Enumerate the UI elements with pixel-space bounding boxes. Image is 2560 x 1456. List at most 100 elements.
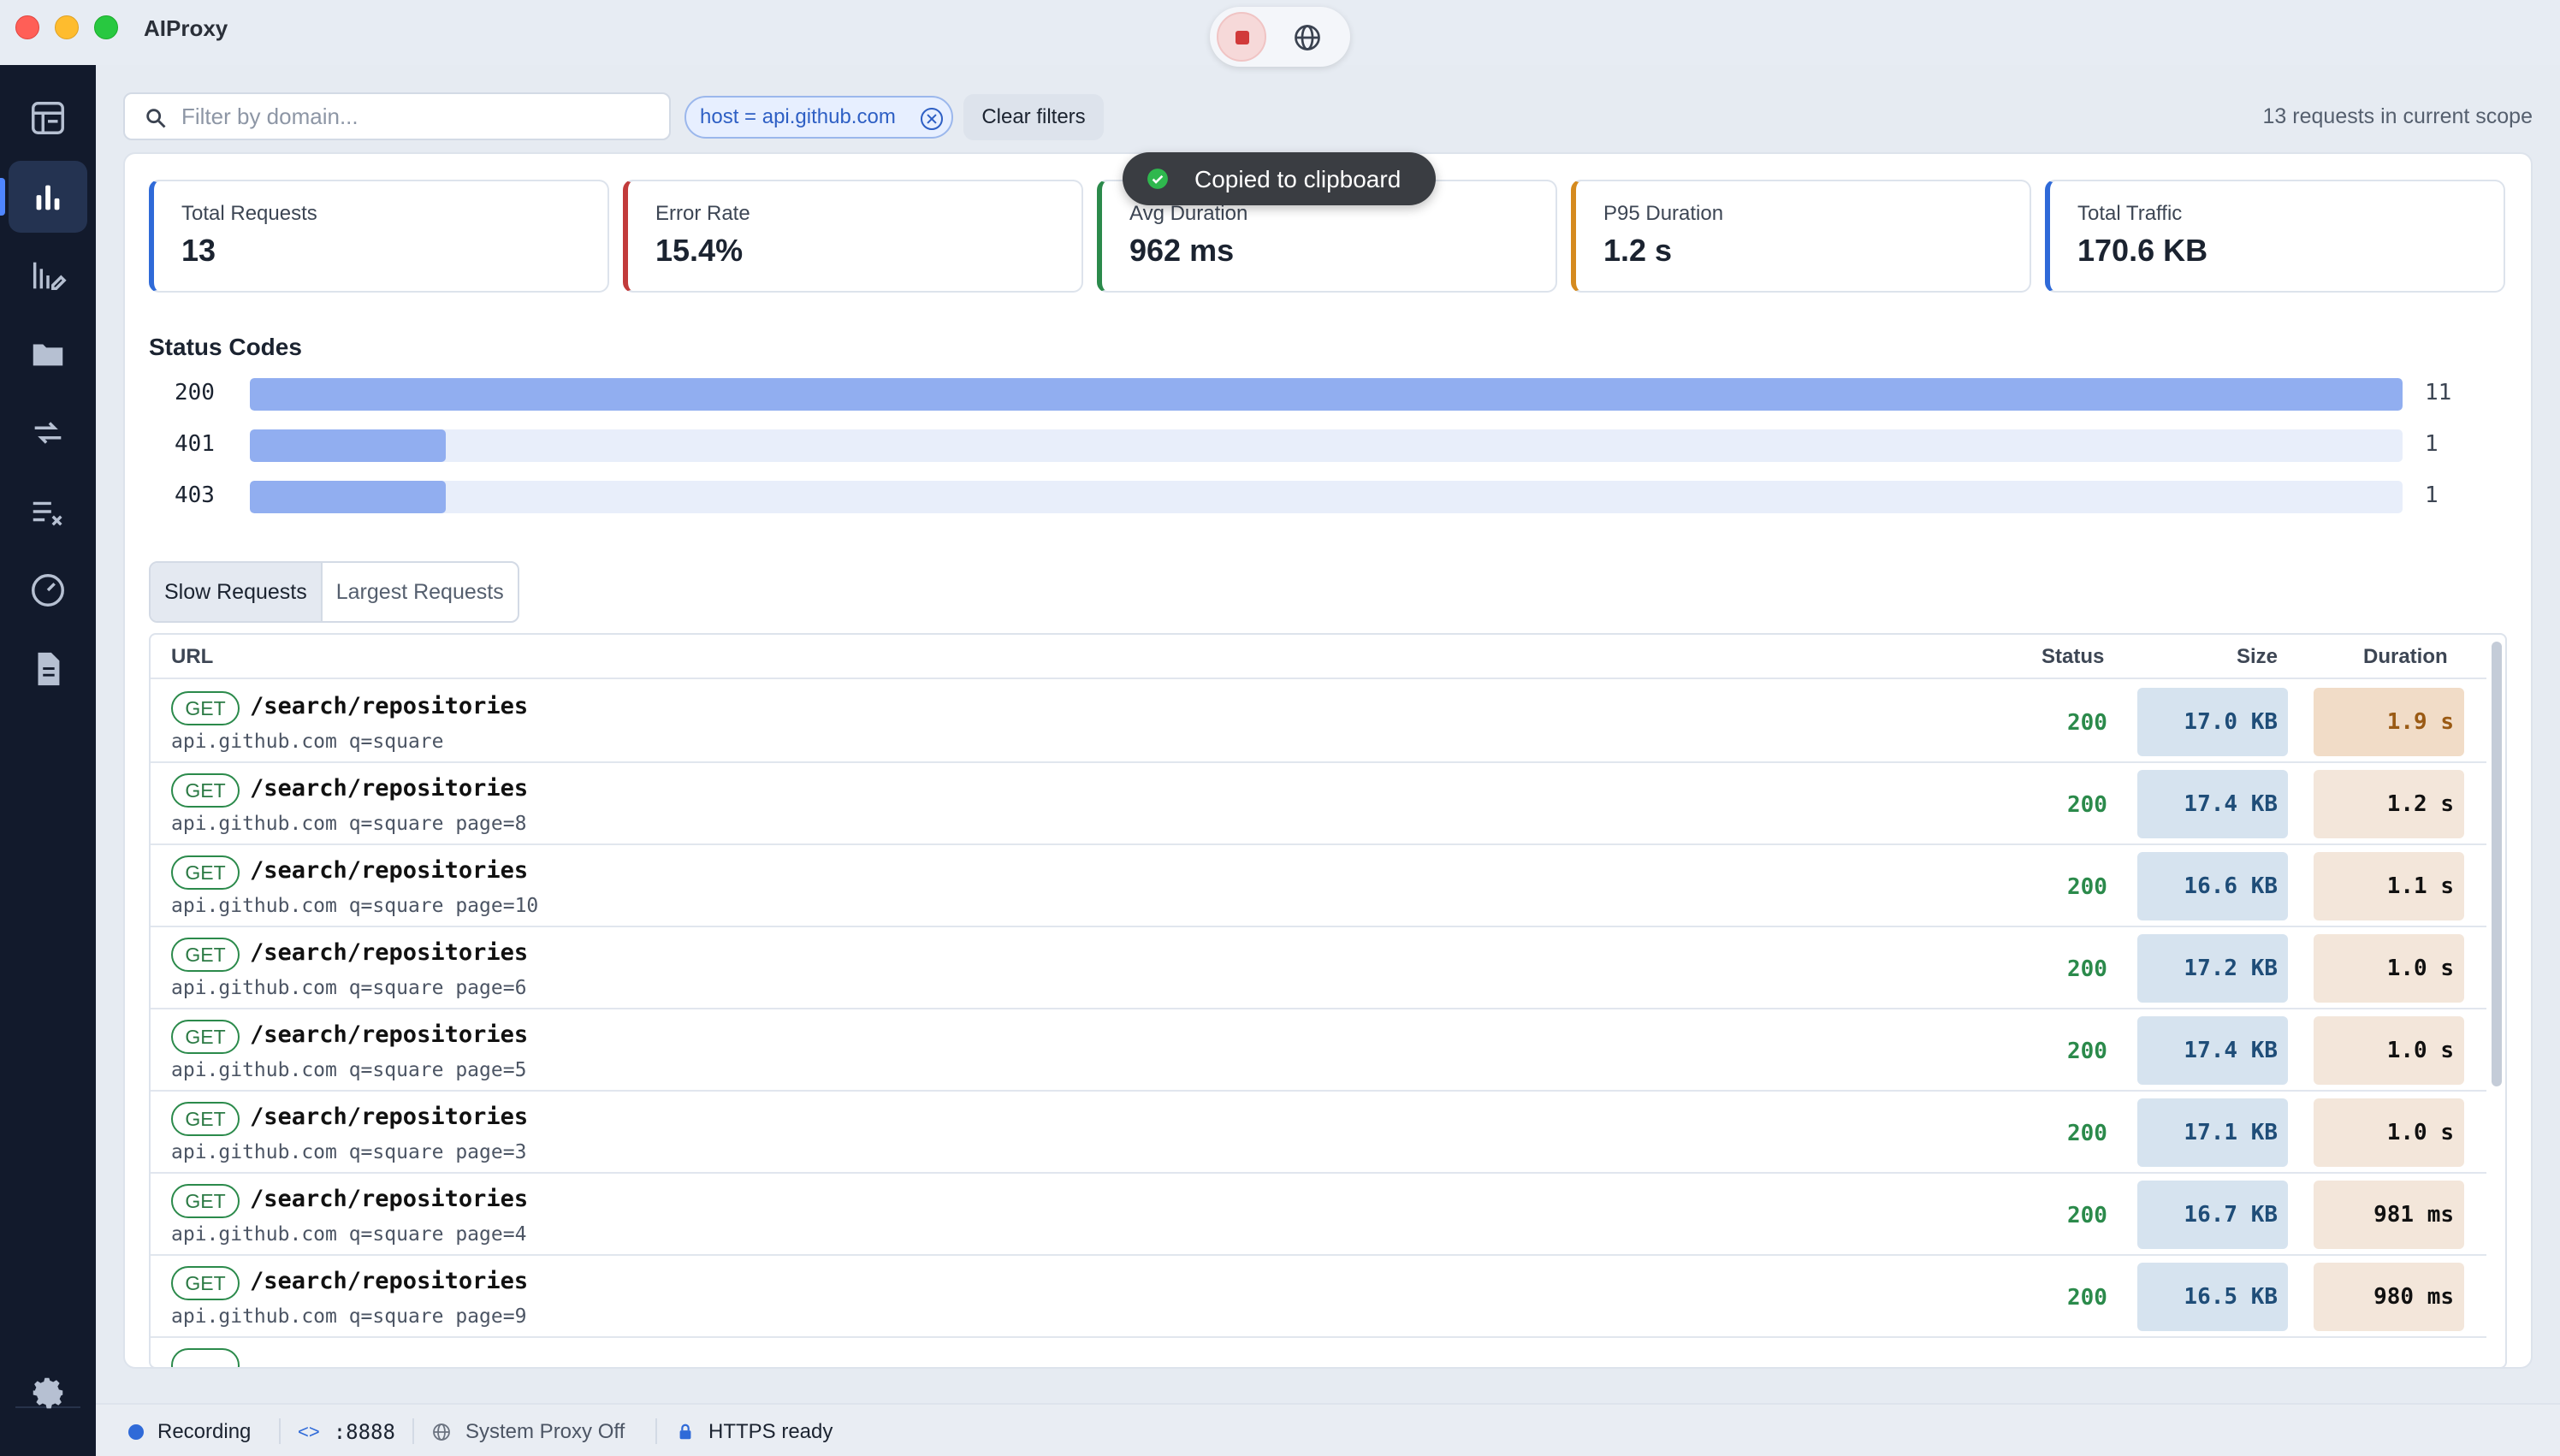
traffic-icon[interactable]	[9, 82, 87, 154]
recording-status[interactable]: Recording	[128, 1420, 251, 1444]
status-separator	[655, 1418, 657, 1444]
duration-cell: 1.2 s	[2314, 770, 2464, 838]
globe-icon	[433, 1423, 450, 1441]
column-header-url[interactable]: URL	[171, 645, 213, 669]
stats-icon[interactable]	[0, 161, 87, 233]
status-bar-fill	[250, 481, 446, 513]
column-header-duration[interactable]: Duration	[2363, 645, 2448, 669]
stat-label: P95 Duration	[1603, 202, 1724, 225]
table-row[interactable]: GET/search/repositories api.github.com q=…	[151, 845, 2486, 927]
domain-filter[interactable]	[123, 92, 671, 140]
status-code: 200	[2067, 1121, 2107, 1146]
table-row[interactable]: GET/search/repositories api.github.com q=…	[151, 1174, 2486, 1256]
method-badge: GET	[171, 1102, 240, 1136]
table-row[interactable]: GET/search/repositories api.github.com q=…	[151, 681, 2486, 763]
request-host: api.github.com q=square	[171, 731, 444, 753]
duration-cell: 1.1 s	[2314, 852, 2464, 920]
duration-cell: 1.0 s	[2314, 934, 2464, 1003]
stat-card: Error Rate 15.4%	[623, 180, 1083, 293]
stat-value: 170.6 KB	[2077, 233, 2208, 268]
table-row[interactable]: GET/search/repositories api.github.com q=…	[151, 1092, 2486, 1174]
column-header-size[interactable]: Size	[2237, 645, 2278, 669]
check-circle-icon	[1147, 169, 1168, 189]
status-bar-row: 200 11	[149, 376, 2493, 411]
port-label: :8888	[333, 1420, 395, 1444]
port-status[interactable]: <> :8888	[298, 1420, 395, 1444]
dashboard-panel: Total Requests 13 Error Rate 15.4% Avg D…	[123, 152, 2533, 1369]
app-title: AIProxy	[144, 15, 228, 41]
stat-card: Total Traffic 170.6 KB	[2045, 180, 2505, 293]
request-host: api.github.com q=square page=4	[171, 1223, 527, 1246]
remove-filter-icon[interactable]	[921, 108, 943, 130]
folder-icon[interactable]	[9, 318, 87, 390]
request-host: api.github.com q=square page=8	[171, 813, 527, 835]
status-bar-track	[250, 378, 2403, 411]
duration-cell: 1.9 s	[2314, 688, 2464, 756]
clipboard-toast: Copied to clipboard	[1123, 152, 1436, 205]
https-status[interactable]: HTTPS ready	[676, 1420, 833, 1444]
proxy-label: System Proxy Off	[465, 1420, 625, 1443]
status-bar-fill	[250, 378, 2403, 411]
globe-icon[interactable]	[1292, 22, 1323, 53]
status-bar-track	[250, 429, 2403, 462]
stat-label: Error Rate	[655, 202, 750, 225]
status-separator	[279, 1418, 281, 1444]
size-cell: 17.4 KB	[2137, 770, 2288, 838]
stat-value: 1.2 s	[1603, 233, 1673, 268]
request-path: /search/repositories	[250, 1186, 529, 1212]
status-code-label: 401	[175, 431, 215, 457]
request-path: /search/repositories	[250, 1021, 529, 1048]
table-row[interactable]: GET/search/repositories api.github.com q=…	[151, 763, 2486, 845]
duration-cell: 980 ms	[2314, 1263, 2464, 1331]
compare-icon[interactable]	[9, 397, 87, 469]
checklist-icon[interactable]	[9, 476, 87, 547]
request-path: /search/repositories	[250, 775, 529, 802]
request-path: /search/repositories	[250, 1104, 529, 1130]
speed-icon[interactable]	[9, 554, 87, 626]
proxy-status[interactable]: System Proxy Off	[431, 1420, 625, 1444]
rules-icon[interactable]	[9, 240, 87, 311]
minimize-window-button[interactable]	[55, 15, 79, 39]
stat-card: Total Requests 13	[149, 180, 609, 293]
lock-icon	[679, 1423, 691, 1440]
table-header: URL Status Size Duration	[151, 635, 2486, 679]
status-code-count: 1	[2425, 431, 2439, 457]
method-badge: GET	[171, 1184, 240, 1218]
status-bar: Recording <> :8888 System Proxy Off HTTP…	[96, 1403, 2560, 1456]
duration-cell: 981 ms	[2314, 1181, 2464, 1249]
table-scrollbar[interactable]	[2492, 642, 2502, 1086]
capture-controls	[1210, 7, 1350, 67]
chip-label: host = api.github.com	[700, 105, 896, 128]
zoom-window-button[interactable]	[94, 15, 118, 39]
method-badge: GET	[171, 773, 240, 808]
status-bar-row: 401 1	[149, 428, 2493, 462]
status-code: 200	[2067, 956, 2107, 982]
https-label: HTTPS ready	[708, 1420, 833, 1443]
close-window-button[interactable]	[15, 15, 39, 39]
request-host: api.github.com q=square page=9	[171, 1305, 527, 1328]
tab-largest-requests[interactable]: Largest Requests	[323, 563, 518, 621]
status-bar-fill	[250, 429, 446, 462]
status-separator	[412, 1418, 414, 1444]
duration-cell: 1.0 s	[2314, 1016, 2464, 1085]
size-cell: 16.6 KB	[2137, 852, 2288, 920]
clear-filters-button[interactable]: Clear filters	[963, 94, 1104, 140]
host-filter-chip[interactable]: host = api.github.com	[684, 96, 953, 139]
search-input[interactable]	[181, 101, 661, 132]
stop-recording-button[interactable]	[1217, 12, 1266, 62]
method-badge: GET	[171, 1266, 240, 1300]
table-row[interactable]: GET/search/repositories api.github.com q=…	[151, 1009, 2486, 1092]
status-code-count: 1	[2425, 482, 2439, 508]
table-row[interactable]: GET/search/repositories api.github.com q=…	[151, 927, 2486, 1009]
table-row[interactable]: GET/search/repositories api.github.com q=…	[151, 1256, 2486, 1338]
status-bar-track	[250, 481, 2403, 513]
stat-label: Avg Duration	[1129, 202, 1248, 225]
gear-icon[interactable]	[9, 1357, 87, 1429]
document-icon[interactable]	[9, 633, 87, 705]
column-header-status[interactable]: Status	[2041, 645, 2104, 669]
table-row-partial	[151, 1338, 2486, 1367]
sidebar	[0, 65, 96, 1456]
search-icon	[146, 109, 166, 128]
tab-slow-requests[interactable]: Slow Requests	[151, 563, 323, 621]
stat-card: P95 Duration 1.2 s	[1571, 180, 2031, 293]
